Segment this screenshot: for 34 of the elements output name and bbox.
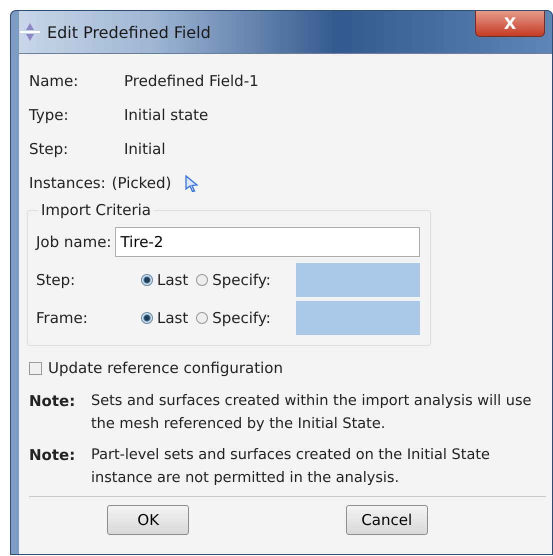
- field-label: Frame:: [36, 309, 89, 327]
- ok-button[interactable]: OK: [107, 505, 190, 535]
- pointer-icon[interactable]: [185, 174, 198, 192]
- field-value: Initial: [124, 140, 166, 158]
- radio-button[interactable]: [196, 274, 208, 286]
- group-title: Import Criteria: [38, 201, 154, 219]
- option-label[interactable]: Specify:: [212, 271, 271, 289]
- note-label: Note:: [29, 445, 76, 466]
- option-label[interactable]: Last: [157, 271, 188, 289]
- job-name-field[interactable]: Tire-2: [115, 227, 420, 257]
- field-label: Name:: [29, 72, 80, 90]
- radio-button[interactable]: [141, 312, 153, 324]
- specify-field[interactable]: [296, 301, 420, 335]
- field-label: Instances:: [29, 174, 106, 192]
- checkbox[interactable]: [29, 362, 42, 374]
- radio-button[interactable]: [141, 274, 153, 286]
- field-value: Initial state: [124, 106, 208, 124]
- cancel-button[interactable]: Cancel: [346, 505, 428, 535]
- option-label[interactable]: Specify:: [212, 309, 271, 327]
- window-title: Edit Predefined Field: [47, 22, 211, 42]
- field-value: Predefined Field-1: [124, 72, 259, 90]
- field-label: Step:: [36, 271, 76, 289]
- field-value: (Picked): [112, 174, 172, 192]
- note-label: Note:: [29, 391, 76, 412]
- specify-field[interactable]: [296, 263, 420, 297]
- checkbox-label[interactable]: Update reference configuration: [48, 359, 283, 377]
- app-icon: [19, 22, 41, 42]
- radio-button[interactable]: [196, 312, 208, 324]
- field-label: Step:: [29, 140, 70, 158]
- option-label[interactable]: Last: [157, 309, 188, 327]
- note-text: Part-level sets and surfaces created on the Initial State instance are not permitted in the analysis.: [91, 446, 491, 488]
- field-label: Type:: [29, 106, 70, 124]
- field-label: Job name:: [36, 233, 112, 251]
- note-text: Sets and surfaces created within the import analysis will use the mesh referenced by the Initial State.: [91, 392, 532, 434]
